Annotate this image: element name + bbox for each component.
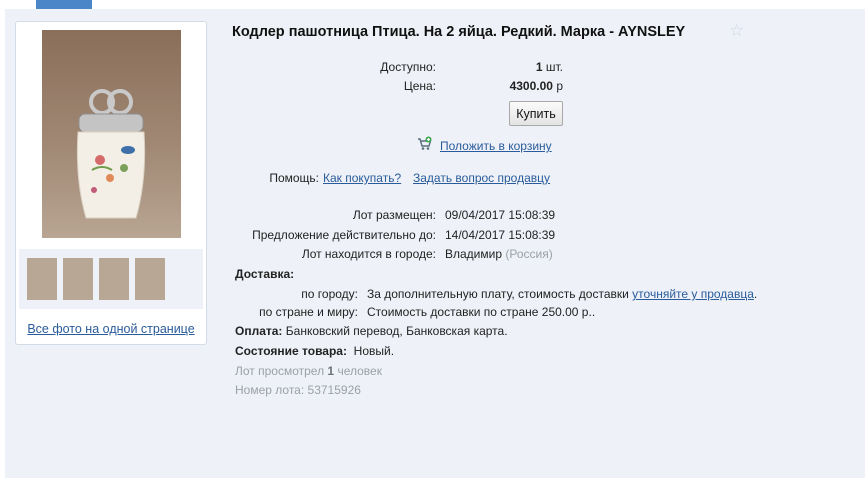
price-amount: 4300.00 xyxy=(509,79,553,93)
condition-value: Новый. xyxy=(353,344,395,358)
valid-until-label: Предложение действительно до: xyxy=(252,228,436,242)
payment-value: Банковский перевод, Банковская карта. xyxy=(285,324,508,338)
posted-label: Лот размещен: xyxy=(352,208,436,222)
all-photos-link[interactable]: Все фото на одной странице xyxy=(16,322,206,336)
lot-number-label: Номер лота: xyxy=(235,383,305,397)
add-to-cart-link[interactable]: Положить в корзину xyxy=(440,139,552,153)
valid-until-value: 14/04/2017 15:08:39 xyxy=(445,228,556,242)
city-label: Лот находится в городе: xyxy=(301,247,436,261)
thumbnail-4[interactable] xyxy=(135,258,165,300)
city-name: Владимир xyxy=(445,247,503,261)
star-icon[interactable]: ☆ xyxy=(729,21,744,41)
delivery-city-value: За дополнительную плату, стоимость доста… xyxy=(367,287,757,301)
views-row: Лот просмотрел 1 человек xyxy=(235,364,382,378)
posted-value: 09/04/2017 15:08:39 xyxy=(445,208,556,222)
photo-gallery: Все фото на одной странице xyxy=(15,21,207,345)
cart-icon[interactable] xyxy=(417,136,432,151)
available-count: 1 xyxy=(535,60,543,74)
thumbnail-strip xyxy=(19,249,203,309)
views-suffix: человек xyxy=(337,364,382,378)
delivery-city-end: . xyxy=(753,287,758,301)
thumbnail-3[interactable] xyxy=(99,258,129,300)
lot-number-value: 53715926 xyxy=(307,383,361,397)
lot-title: Кодлер пашотница Птица. На 2 яйца. Редки… xyxy=(232,24,686,40)
payment-row: Оплата: Банковский перевод, Банковская к… xyxy=(235,324,508,338)
main-product-photo[interactable] xyxy=(42,30,181,238)
price-value: 4300.00 р xyxy=(460,79,563,93)
ask-seller-delivery-link[interactable]: уточняйте у продавца xyxy=(632,287,754,301)
delivery-country-label: по стране и миру: xyxy=(259,305,358,319)
ask-seller-link[interactable]: Задать вопрос продавцу xyxy=(413,171,550,185)
price-currency: р xyxy=(556,79,563,93)
thumbnail-1[interactable] xyxy=(27,258,57,300)
delivery-city-text: За дополнительную плату, стоимость доста… xyxy=(367,287,629,301)
country-name: (Россия) xyxy=(505,247,553,261)
egg-coddler-image xyxy=(76,89,146,219)
available-value: 1 шт. xyxy=(460,60,563,74)
lot-number-row: Номер лота: 53715926 xyxy=(235,383,361,397)
payment-label: Оплата: xyxy=(235,324,283,338)
available-label: Доступно: xyxy=(380,60,436,74)
how-to-buy-link[interactable]: Как покупать? xyxy=(323,171,401,185)
delivery-country-value: Стоимость доставки по стране 250.00 р.. xyxy=(367,305,596,319)
delivery-city-label: по городу: xyxy=(301,287,358,301)
condition-row: Состояние товара: Новый. xyxy=(235,344,394,358)
views-prefix: Лот просмотрел xyxy=(235,364,325,378)
available-unit: шт. xyxy=(545,60,563,74)
price-label: Цена: xyxy=(403,79,436,93)
buy-button[interactable]: Купить xyxy=(509,101,563,126)
city-value: Владимир (Россия) xyxy=(445,247,553,261)
views-count: 1 xyxy=(327,364,335,378)
delivery-heading: Доставка: xyxy=(235,267,295,281)
condition-label: Состояние товара: xyxy=(235,344,347,358)
active-tab[interactable] xyxy=(36,0,92,9)
thumbnail-2[interactable] xyxy=(63,258,93,300)
help-label: Помощь: xyxy=(269,171,319,185)
